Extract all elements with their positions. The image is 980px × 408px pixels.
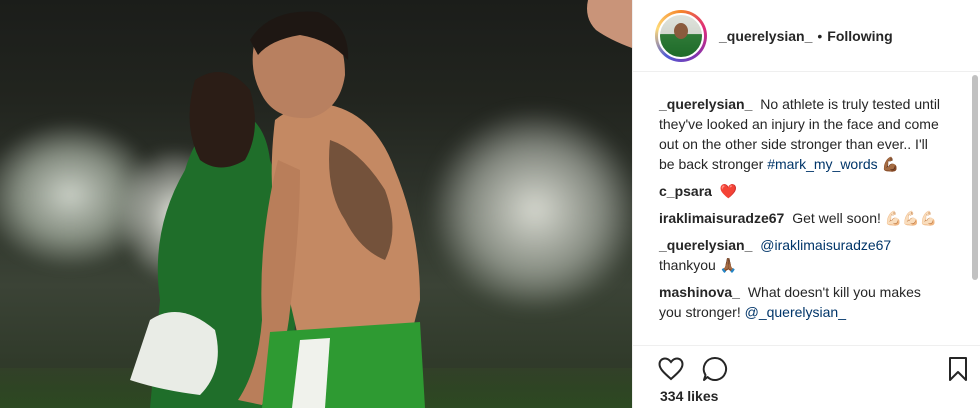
list-item: mashinova_ What doesn't kill you makes y…: [659, 282, 941, 322]
list-item: _querelysian_ @iraklimaisuradze67 thanky…: [659, 235, 941, 275]
story-ring[interactable]: [655, 9, 707, 62]
heart-outline-icon[interactable]: [658, 356, 684, 382]
post-header: _querelysian_ • Following: [633, 0, 980, 72]
folded-hands-emoji: 🙏🏾: [719, 257, 738, 273]
comment-text: thankyou: [659, 257, 716, 273]
post-side-panel: _querelysian_ • Following _querelysian_ …: [632, 0, 980, 408]
comment-username[interactable]: c_psara: [659, 183, 712, 199]
comment-username[interactable]: mashinova_: [659, 284, 740, 300]
likes-count[interactable]: 334 likes: [660, 388, 718, 404]
comments-list[interactable]: _querelysian_ No athlete is truly tested…: [633, 73, 980, 345]
mention-link[interactable]: @_querelysian_: [745, 304, 846, 320]
following-button[interactable]: Following: [827, 28, 892, 44]
list-item: iraklimaisuradze67 Get well soon! 💪🏻💪🏻💪🏻: [659, 208, 941, 228]
caption-comment: _querelysian_ No athlete is truly tested…: [659, 94, 941, 174]
hashtag-link[interactable]: #mark_my_words: [767, 156, 877, 172]
bookmark-icon[interactable]: [945, 356, 971, 382]
separator-dot: •: [817, 27, 823, 44]
post-photo[interactable]: [0, 0, 632, 408]
instagram-post: _querelysian_ • Following _querelysian_ …: [0, 0, 980, 408]
author-username[interactable]: _querelysian_: [719, 28, 812, 44]
mention-link[interactable]: @iraklimaisuradze67: [760, 237, 891, 253]
comment-text: Get well soon!: [792, 210, 881, 226]
comment-bubble-icon[interactable]: [702, 356, 728, 382]
athlete-illustration: [130, 0, 632, 408]
flexed-biceps-emoji: 💪🏻💪🏻💪🏻: [884, 210, 938, 226]
action-bar: [633, 345, 980, 390]
comment-username[interactable]: _querelysian_: [659, 237, 752, 253]
scrollbar[interactable]: [972, 75, 978, 280]
comment-username[interactable]: _querelysian_: [659, 96, 752, 112]
comment-username[interactable]: iraklimaisuradze67: [659, 210, 784, 226]
avatar[interactable]: [658, 12, 704, 59]
list-item: c_psara ❤️: [659, 181, 941, 201]
flexed-biceps-emoji: 💪🏾: [881, 156, 899, 172]
heart-emoji: ❤️: [719, 183, 738, 199]
